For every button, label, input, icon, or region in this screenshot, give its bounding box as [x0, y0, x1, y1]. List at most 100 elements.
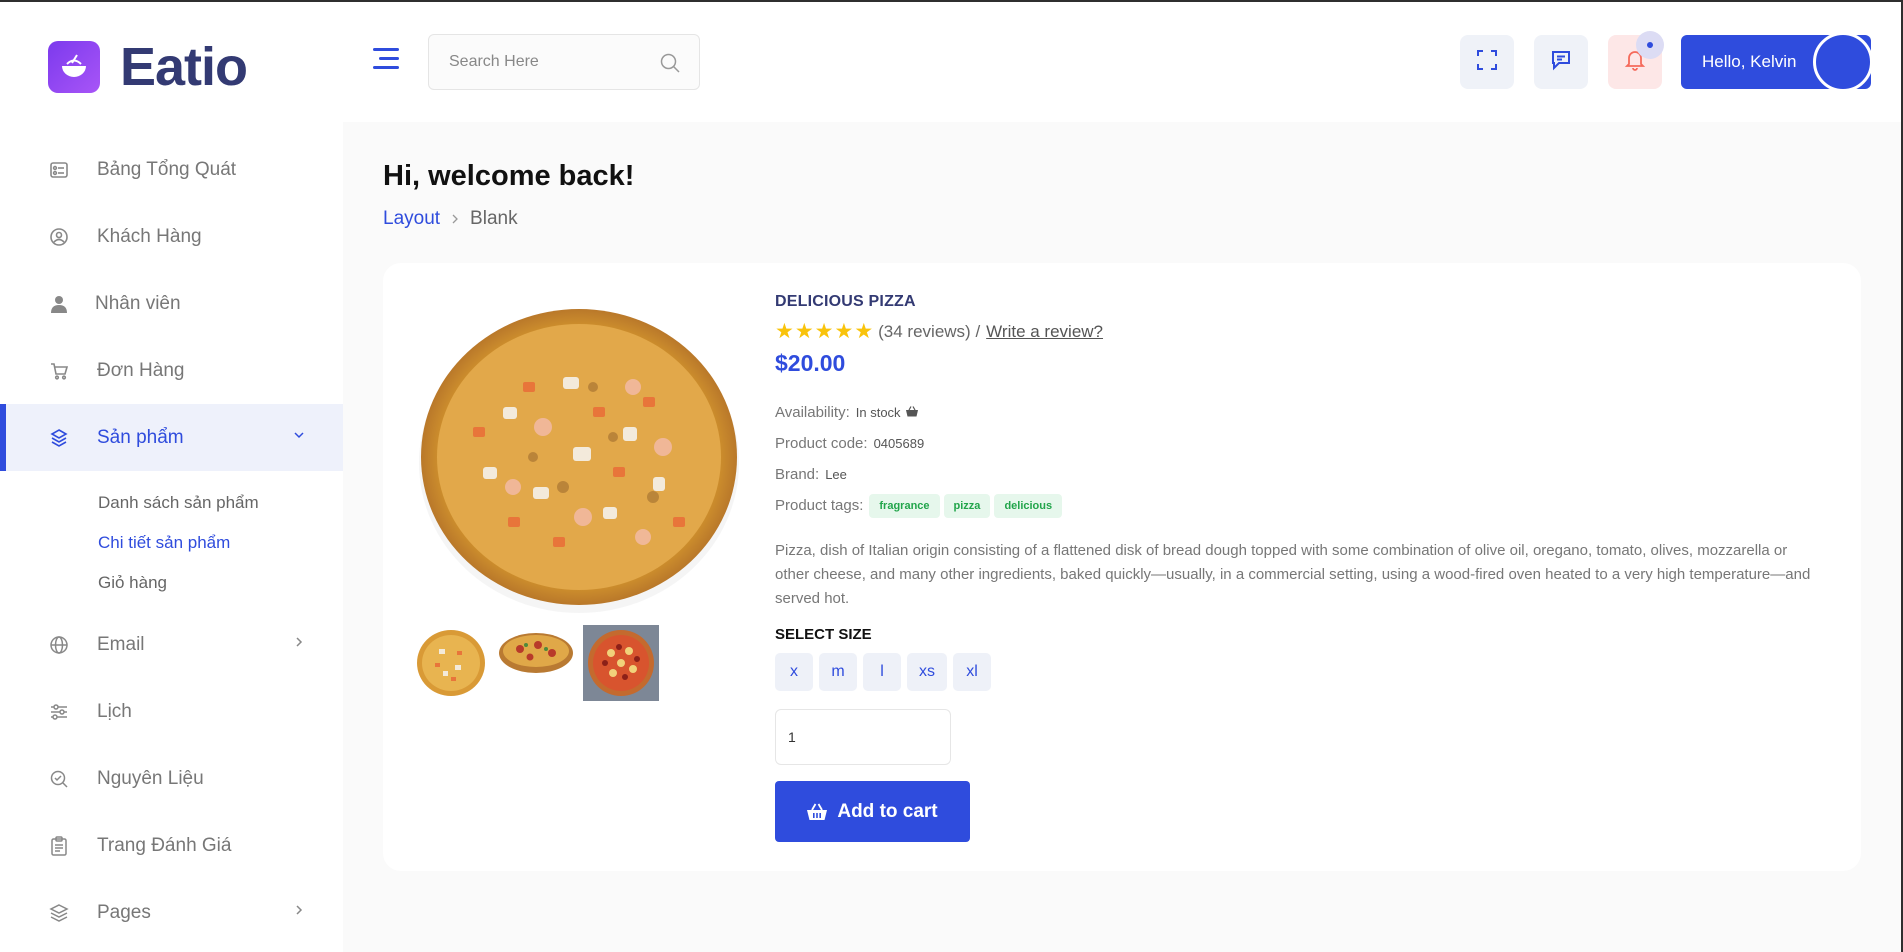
star-icon: ★	[854, 320, 874, 343]
avatar[interactable]	[1813, 32, 1873, 92]
sidebar-item-label: Bảng Tổng Quát	[97, 158, 237, 180]
chevron-down-icon	[293, 428, 305, 444]
add-to-cart-button[interactable]: Add to cart	[775, 781, 970, 842]
tag-badge[interactable]: fragrance	[869, 493, 940, 518]
product-code-value: 0405689	[873, 436, 925, 451]
sliders-icon	[48, 701, 70, 723]
sidebar-item-label: Nhân viên	[95, 292, 181, 314]
search-input[interactable]	[429, 53, 649, 71]
products-submenu: Danh sách sản phẩm Chi tiết sản phẩm Giỏ…	[0, 471, 343, 611]
star-icon: ★	[775, 320, 794, 343]
expand-icon	[1475, 48, 1499, 77]
product-info: DELICIOUS PIZZA ★ ★ ★ ★ ★ (34 reviews) / Wri…	[775, 293, 1835, 842]
size-option-m[interactable]: m	[819, 653, 857, 691]
size-selector: x m l xs xl	[775, 653, 1835, 691]
review-count: (34 reviews) /	[878, 321, 981, 341]
brand-name: Eatio	[120, 37, 248, 97]
chevron-right-icon	[450, 211, 460, 227]
chevron-right-icon	[293, 903, 305, 919]
notifications-button[interactable]	[1608, 31, 1664, 89]
products-icon	[48, 427, 70, 449]
bowl-logo-icon	[48, 41, 100, 93]
sidebar: Eatio Bảng Tổng Quát Khách Hàng Nhân viê…	[0, 2, 343, 952]
sidebar-item-dashboard[interactable]: Bảng Tổng Quát	[0, 136, 343, 203]
ingredients-icon	[48, 768, 70, 790]
thumbnail-2[interactable]	[498, 625, 574, 701]
sidebar-item-pages[interactable]: Pages	[0, 879, 343, 946]
size-option-xs[interactable]: xs	[907, 653, 947, 691]
availability-label: Availability:	[775, 404, 850, 421]
product-rating: ★ ★ ★ ★ ★ (34 reviews) / Write a review?	[775, 321, 1835, 342]
tag-badge[interactable]: pizza	[943, 493, 991, 518]
search-box	[428, 34, 700, 90]
basket-icon	[807, 803, 828, 820]
notification-badge	[1636, 31, 1664, 59]
sidebar-item-label: Lịch	[97, 700, 132, 722]
sidebar-item-staff[interactable]: Nhân viên	[0, 270, 343, 337]
customers-icon	[48, 226, 70, 248]
thumbnail-3[interactable]	[583, 625, 659, 701]
tags-row: Product tags: fragrance pizza delicious	[775, 490, 1835, 521]
product-detail-card: DELICIOUS PIZZA ★ ★ ★ ★ ★ (34 reviews) / Wri…	[383, 263, 1861, 871]
size-option-x[interactable]: x	[775, 653, 813, 691]
sidebar-item-reviews[interactable]: Trang Đánh Giá	[0, 812, 343, 879]
breadcrumb-link-layout[interactable]: Layout	[383, 208, 440, 230]
brand-label: Brand:	[775, 466, 820, 483]
sidebar-item-label: Email	[97, 633, 145, 655]
sidebar-item-orders[interactable]: Đơn Hàng	[0, 337, 343, 404]
chevron-right-icon	[293, 635, 305, 651]
clipboard-icon	[48, 835, 70, 857]
brand-row: Brand: Lee	[775, 459, 1835, 490]
size-option-l[interactable]: l	[863, 653, 901, 691]
sidebar-item-products[interactable]: Sản phẩm	[0, 404, 343, 471]
sidebar-item-label: Khách Hàng	[97, 225, 202, 247]
product-code-label: Product code:	[775, 435, 868, 452]
globe-icon	[48, 634, 70, 656]
product-title: DELICIOUS PIZZA	[775, 293, 916, 310]
top-header: Hello, Kelvin	[343, 2, 1901, 122]
submenu-item-product-detail[interactable]: Chi tiết sản phẩm	[98, 523, 343, 563]
star-icon: ★	[814, 320, 834, 343]
availability-value: In stock	[855, 405, 901, 420]
breadcrumb: Layout Blank	[383, 208, 518, 230]
quantity-input[interactable]: 1	[775, 709, 951, 765]
basket-icon	[905, 404, 918, 421]
tags-label: Product tags:	[775, 497, 864, 514]
messages-button[interactable]	[1534, 35, 1588, 89]
submenu-item-cart[interactable]: Giỏ hàng	[98, 563, 343, 603]
sidebar-item-label: Đơn Hàng	[97, 359, 185, 381]
star-rating: ★ ★ ★ ★ ★	[775, 321, 874, 342]
brand-value: Lee	[825, 467, 847, 482]
chat-icon	[1549, 48, 1573, 77]
add-to-cart-label: Add to cart	[837, 800, 938, 822]
star-icon: ★	[834, 320, 854, 343]
layers-icon	[48, 902, 70, 924]
page-title: Hi, welcome back!	[383, 160, 635, 192]
sidebar-item-label: Pages	[97, 901, 151, 923]
product-price: $20.00	[775, 350, 846, 376]
star-icon: ★	[794, 320, 814, 343]
sidebar-item-label: Nguyên Liệu	[97, 767, 204, 789]
submenu-item-product-list[interactable]: Danh sách sản phẩm	[98, 483, 343, 523]
user-icon	[48, 293, 70, 315]
fullscreen-button[interactable]	[1460, 35, 1514, 89]
sidebar-nav: Bảng Tổng Quát Khách Hàng Nhân viên Đơn …	[0, 136, 343, 946]
write-review-link[interactable]: Write a review?	[986, 322, 1103, 342]
cart-icon	[48, 360, 70, 382]
search-icon[interactable]	[659, 52, 681, 79]
sidebar-item-ingredients[interactable]: Nguyên Liệu	[0, 745, 343, 812]
sidebar-item-label: Trang Đánh Giá	[97, 834, 232, 856]
brand[interactable]: Eatio	[48, 36, 248, 98]
user-greeting: Hello, Kelvin	[1702, 52, 1797, 71]
thumbnail-1[interactable]	[413, 625, 489, 701]
sidebar-item-email[interactable]: Email	[0, 611, 343, 678]
breadcrumb-current: Blank	[470, 208, 518, 229]
sidebar-item-calendar[interactable]: Lịch	[0, 678, 343, 745]
tag-badge[interactable]: delicious	[994, 493, 1063, 518]
sidebar-item-label: Sản phẩm	[97, 426, 184, 448]
sidebar-item-customers[interactable]: Khách Hàng	[0, 203, 343, 270]
product-main-image	[413, 287, 746, 620]
availability-row: Availability: In stock	[775, 397, 1835, 428]
hamburger-menu-icon[interactable]	[373, 48, 399, 75]
size-option-xl[interactable]: xl	[953, 653, 991, 691]
